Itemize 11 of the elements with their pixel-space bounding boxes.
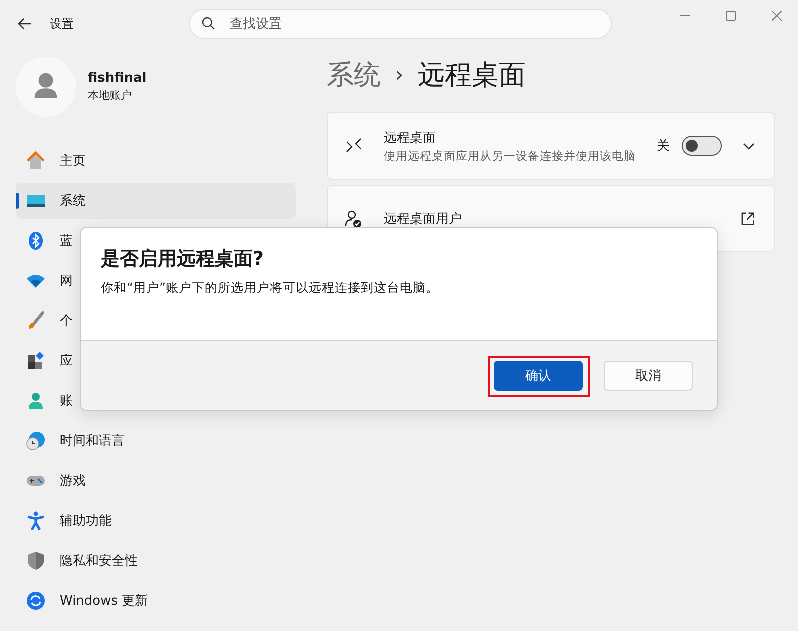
account-type: 本地账户: [88, 88, 133, 103]
dialog-title: 是否启用远程桌面?: [101, 247, 266, 272]
breadcrumb-separator: ›: [395, 62, 404, 88]
setting-title: 远程桌面: [384, 130, 437, 146]
window-title: 设置: [50, 16, 74, 32]
page-title: 远程桌面: [418, 59, 526, 93]
setting-description: 使用远程桌面应用从另一设备连接并使用该电脑: [384, 148, 637, 164]
dialog-message: 你和“用户”账户下的所选用户将可以远程连接到这台电脑。: [101, 280, 440, 297]
toggle-state-label: 关: [657, 138, 670, 155]
setting-title: 远程桌面用户: [384, 210, 463, 228]
account-name: fishfinal: [88, 71, 147, 86]
